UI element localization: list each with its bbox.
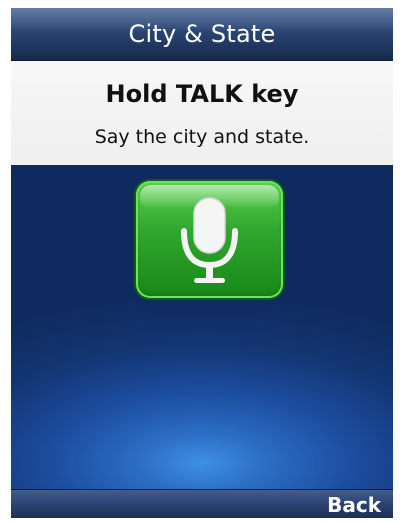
back-button[interactable]: Back — [327, 493, 381, 517]
page-title: City & State — [128, 20, 276, 48]
prompt-heading: Hold TALK key — [105, 80, 299, 108]
microphone-button[interactable] — [136, 181, 283, 298]
microphone-icon — [181, 197, 238, 283]
device-screen: City & State Hold TALK key Say the city … — [11, 8, 393, 518]
prompt-subtext: Say the city and state. — [94, 126, 310, 148]
voice-input-area — [11, 165, 393, 489]
title-bar: City & State — [11, 8, 393, 61]
prompt-panel: Hold TALK key Say the city and state. — [11, 61, 393, 165]
soft-key-bar: Back — [11, 489, 393, 518]
